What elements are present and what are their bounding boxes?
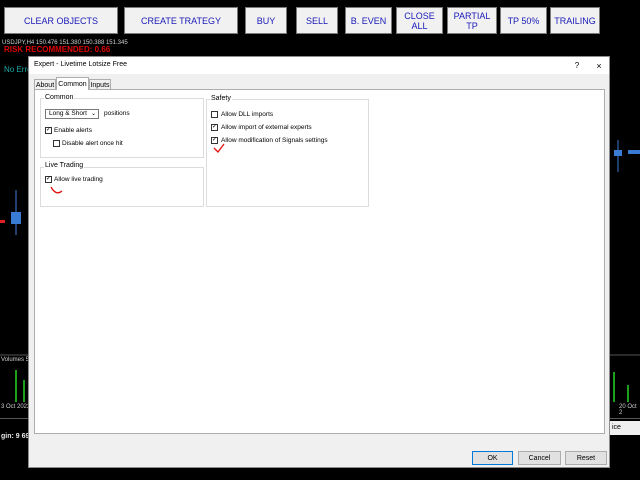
tab-common[interactable]: Common bbox=[56, 77, 89, 90]
help-icon[interactable]: ? bbox=[570, 59, 584, 72]
cancel-button[interactable]: Cancel bbox=[518, 451, 561, 465]
reset-button[interactable]: Reset bbox=[565, 451, 607, 465]
date-label-right: 20 Oct 2 bbox=[619, 404, 637, 416]
ok-button[interactable]: OK bbox=[472, 451, 513, 465]
dialog-titlebar[interactable]: Expert - Livetime Lotsize Free ? × bbox=[29, 57, 609, 74]
red-check-mark bbox=[213, 143, 225, 153]
close-icon[interactable]: × bbox=[592, 59, 606, 72]
side-tab[interactable]: ice bbox=[610, 421, 640, 435]
dialog-title: Expert - Livetime Lotsize Free bbox=[34, 61, 127, 68]
candle-bull bbox=[628, 150, 640, 154]
expert-dialog: Expert - Livetime Lotsize Free ? × About… bbox=[28, 56, 610, 468]
candle-bull bbox=[614, 150, 622, 156]
red-annotations bbox=[50, 143, 225, 194]
common-tab-panel: Common Long & Short ⌄ positions ✓ Enable… bbox=[34, 89, 605, 434]
date-label-left: 3 Oct 2022 bbox=[1, 404, 31, 410]
red-underline-mark bbox=[50, 186, 63, 194]
candle-bear bbox=[0, 220, 5, 223]
candle-bull bbox=[11, 212, 21, 224]
